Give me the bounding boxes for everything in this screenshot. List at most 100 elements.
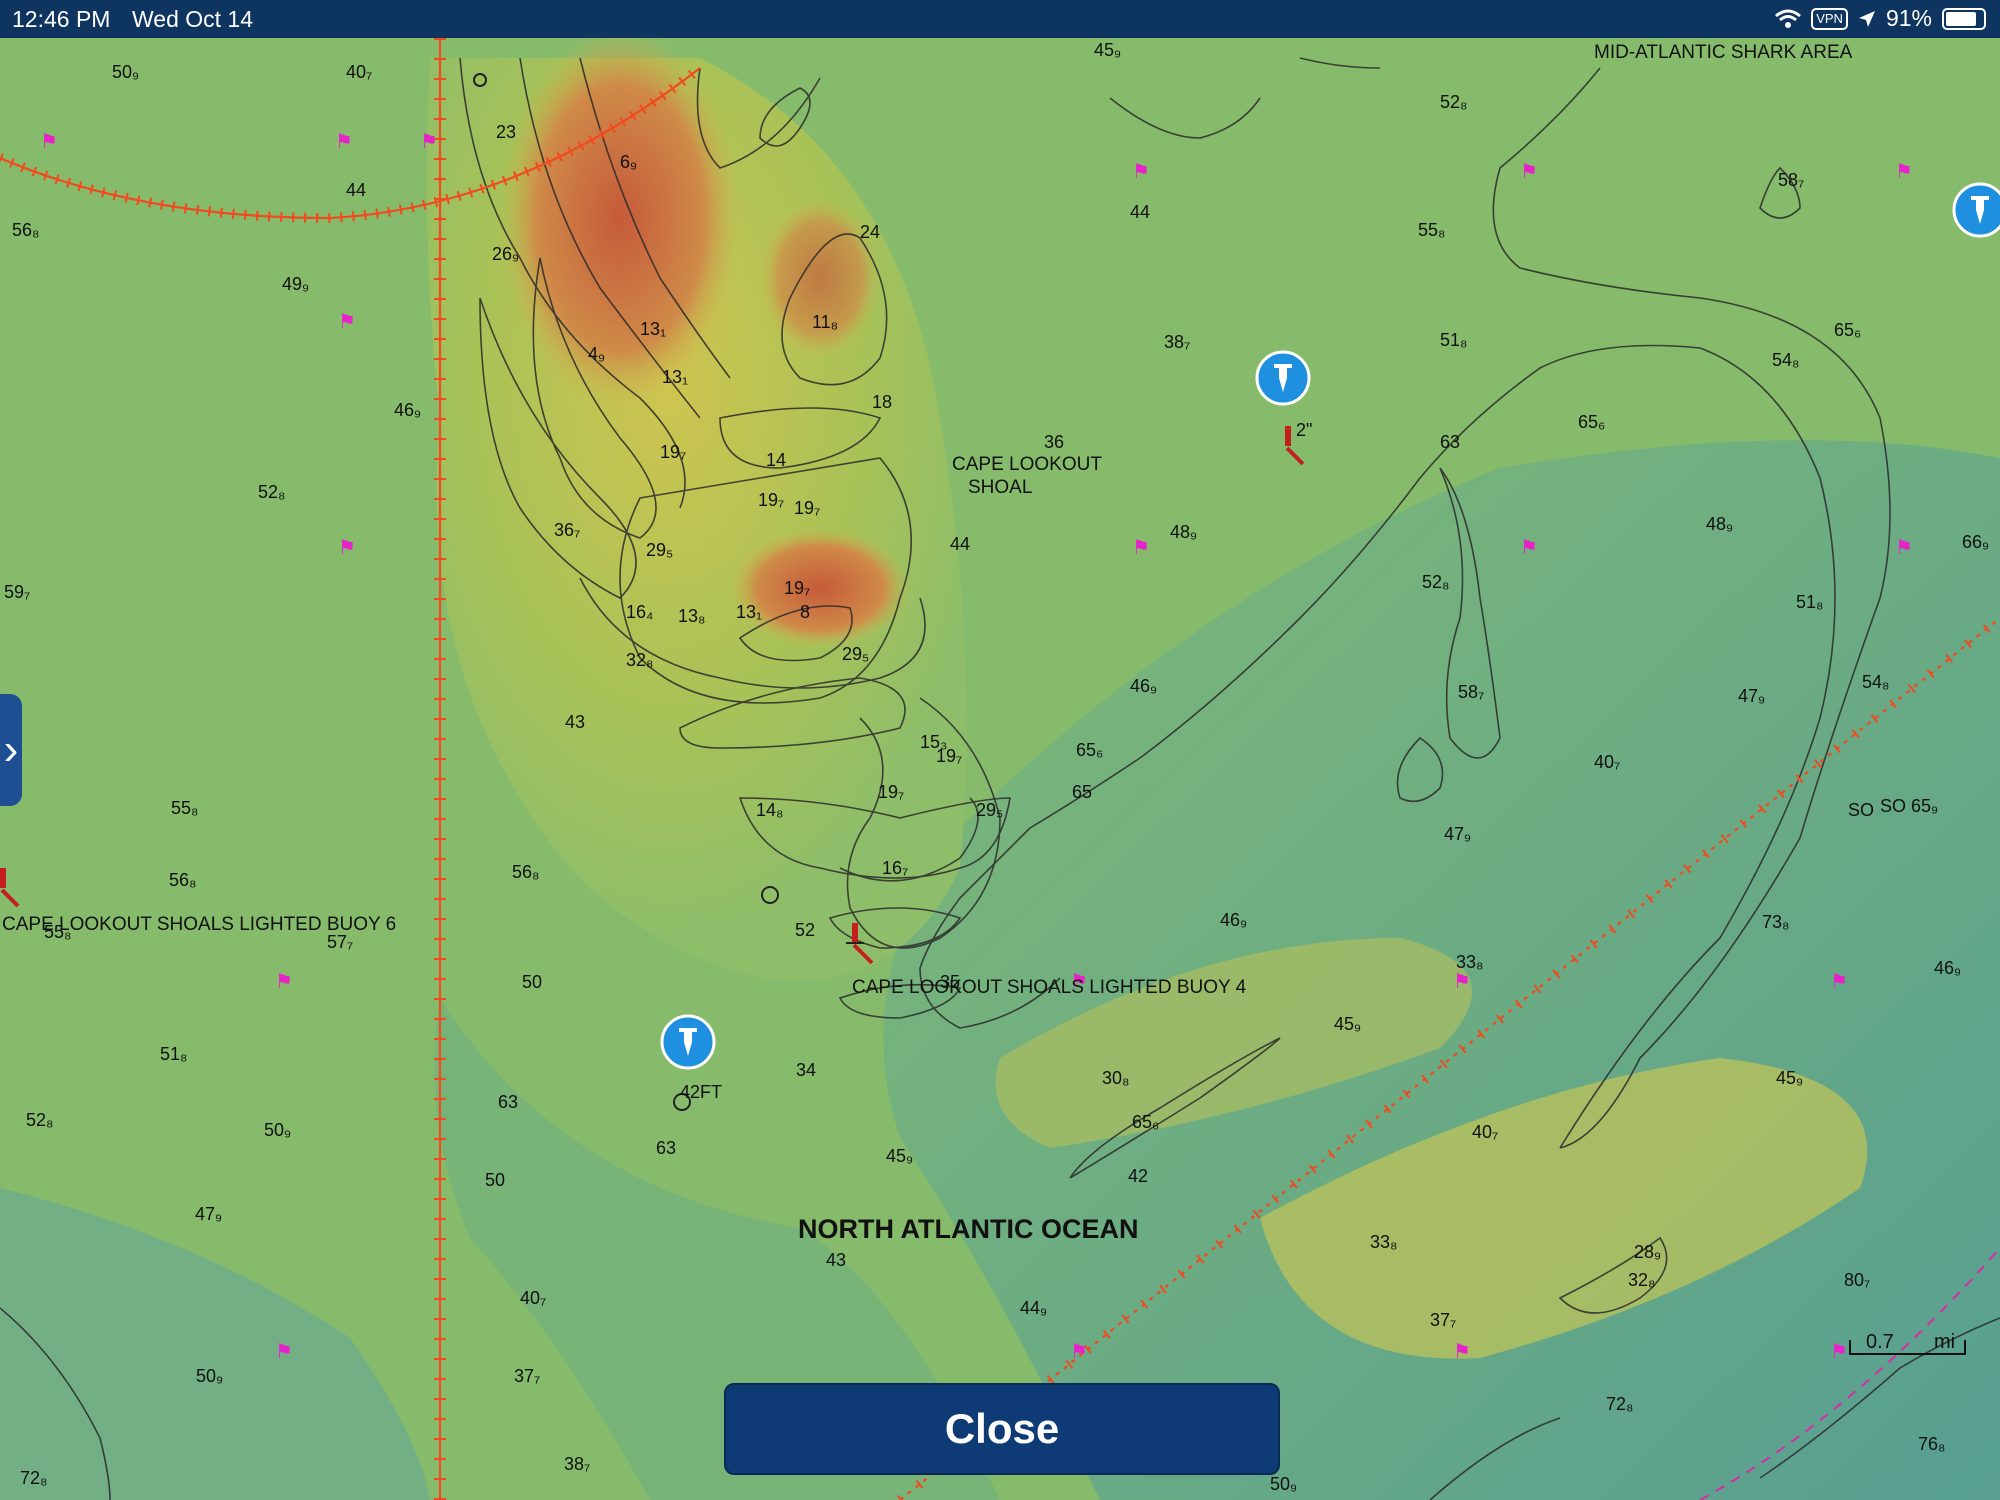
depth-sounding: 76₈ (1918, 1434, 1945, 1454)
status-bar: 12:46 PM Wed Oct 14 VPN 91% (0, 0, 2000, 38)
bird-marker-icon: ⚑ (420, 129, 438, 153)
status-date: Wed Oct 14 (132, 6, 254, 32)
depth-sounding: 46₉ (1220, 910, 1247, 930)
depth-sounding: 50₉ (1270, 1474, 1297, 1494)
nautical-chart[interactable]: ⚑ ⚑ ⚑ ⚑ ⚑ ⚑ ⚑ ⚑ ⚑ ⚑ ⚑ ⚑ ⚑ ⚑ ⚑ ⚑ ⚑ ⚑ ⚑ MI… (0, 38, 2000, 1500)
depth-sounding: 73₈ (1762, 912, 1789, 932)
depth-sounding: 26₉ (492, 244, 519, 264)
depth-sounding: 29₅ (646, 540, 673, 560)
depth-sounding: 35 (940, 972, 960, 992)
depth-sounding: 51₈ (160, 1044, 187, 1064)
depth-sounding: 49₉ (282, 274, 309, 294)
depth-sounding: 56₈ (169, 870, 196, 890)
bird-marker-icon: ⚑ (275, 969, 293, 993)
depth-sounding: 65 (1072, 782, 1092, 802)
depth-sounding: 44₉ (1020, 1298, 1047, 1318)
depth-sounding: 33₈ (1370, 1232, 1397, 1252)
depth-sounding: 44 (950, 534, 970, 554)
depth-sounding: 32₈ (1628, 1270, 1655, 1290)
depth-sounding: 18 (872, 392, 892, 412)
depth-sounding: 72₈ (1606, 1394, 1633, 1414)
depth-sounding: 50₉ (112, 62, 139, 82)
depth-sounding: 58₇ (1778, 170, 1804, 190)
bird-marker-icon: ⚑ (1830, 1339, 1848, 1363)
depth-sounding: 16₇ (882, 858, 908, 878)
shoal-label-line1: CAPE LOOKOUT (952, 454, 1102, 475)
depth-sounding: 55₈ (44, 922, 71, 942)
depth-sounding: 50 (522, 972, 542, 992)
depth-sounding: 11₈ (812, 312, 838, 332)
bird-marker-icon: ⚑ (1132, 159, 1150, 183)
depth-sounding: 19₇ (878, 782, 904, 802)
waypoint-pin-icon[interactable] (660, 1014, 716, 1070)
depth-sounding: 65₆ (1578, 412, 1605, 432)
waypoint-pin-icon[interactable] (1952, 182, 2000, 238)
depth-sounding: 14₈ (756, 800, 783, 820)
ocean-label: NORTH ATLANTIC OCEAN (798, 1214, 1138, 1244)
scale-value: 0.7 (1866, 1331, 1894, 1353)
depth-sounding: 51₈ (1440, 330, 1467, 350)
vpn-badge: VPN (1811, 7, 1848, 30)
bird-marker-icon: ⚑ (1132, 535, 1150, 559)
battery-percent: 91% (1885, 5, 1932, 31)
buoy-4-label: CAPE LOOKOUT SHOALS LIGHTED BUOY 4 (852, 977, 1247, 998)
depth-sounding: 4₉ (588, 344, 605, 364)
depth-sounding: 13₁ (736, 602, 762, 622)
depth-sounding: 46₉ (1934, 958, 1961, 978)
status-right: VPN 91% (1775, 5, 1986, 32)
waypoint-depth-label: 2" (1296, 420, 1312, 440)
bird-marker-icon: ⚑ (1895, 159, 1913, 183)
depth-sounding: 42 (1128, 1166, 1148, 1186)
very-shallow-north (500, 38, 740, 408)
bird-marker-icon: ⚑ (338, 535, 356, 559)
depth-sounding: 46₉ (394, 400, 421, 420)
depth-sounding: 52₈ (258, 482, 285, 502)
depth-sounding: 36₇ (554, 520, 580, 540)
depth-sounding: 63 (498, 1092, 518, 1112)
depth-sounding: 44 (1130, 202, 1150, 222)
depth-sounding: 52₈ (1440, 92, 1467, 112)
bird-marker-icon: ⚑ (338, 309, 356, 333)
depth-sounding: 65₆ (1076, 740, 1103, 760)
depth-sounding: 65₆ (1834, 320, 1861, 340)
wifi-icon (1775, 9, 1802, 28)
depth-sounding: 40₇ (1594, 752, 1620, 772)
depth-sounding: 56₈ (512, 862, 539, 882)
depth-sounding: 52₈ (26, 1110, 53, 1130)
depth-sounding: 13₁ (640, 319, 666, 339)
depth-sounding: 80₇ (1844, 1270, 1870, 1290)
waypoint-pin-icon[interactable] (1255, 350, 1311, 406)
bird-marker-icon: ⚑ (275, 1339, 293, 1363)
depth-sounding: 51₈ (1796, 592, 1823, 612)
depth-sounding: 28₉ (1634, 1242, 1661, 1262)
depth-sounding: 46₉ (1130, 676, 1157, 696)
depth-sounding: SO 65₉ (1880, 796, 1938, 816)
depth-sounding: 37₇ (514, 1366, 540, 1386)
depth-sounding: 34 (796, 1060, 816, 1080)
very-shallow-mid (730, 528, 910, 648)
depth-sounding: 13₁ (662, 367, 688, 387)
depth-sounding: 47₉ (195, 1204, 222, 1224)
depth-sounding: 40₇ (346, 62, 372, 82)
depth-sounding: 43 (565, 712, 585, 732)
depth-sounding: 66₉ (1962, 532, 1989, 552)
depth-sounding: 48₉ (1170, 522, 1197, 542)
depth-sounding: 55₈ (1418, 220, 1445, 240)
depth-sounding: 65₆ (1132, 1112, 1159, 1132)
depth-sounding: 33₈ (1456, 952, 1483, 972)
depth-sounding: 45₉ (1776, 1068, 1803, 1088)
sidebar-toggle-button[interactable]: › (0, 694, 22, 806)
shoal-label-line2: SHOAL (968, 477, 1032, 498)
depth-sounding: 54₈ (1772, 350, 1799, 370)
depth-sounding: 19₇ (784, 578, 810, 598)
close-button[interactable]: Close (724, 1383, 1280, 1475)
bird-marker-icon: ⚑ (1070, 1339, 1088, 1363)
depth-sounding: 47₉ (1738, 686, 1765, 706)
depth-sounding: 8 (800, 602, 810, 622)
depth-sounding: 24 (860, 222, 880, 242)
status-time: 12:46 PM (12, 6, 111, 32)
depth-sounding: 19₇ (660, 442, 686, 462)
bird-marker-icon: ⚑ (1830, 969, 1848, 993)
depth-sounding: 47₉ (1444, 824, 1471, 844)
depth-sounding: 19₇ (758, 490, 784, 510)
